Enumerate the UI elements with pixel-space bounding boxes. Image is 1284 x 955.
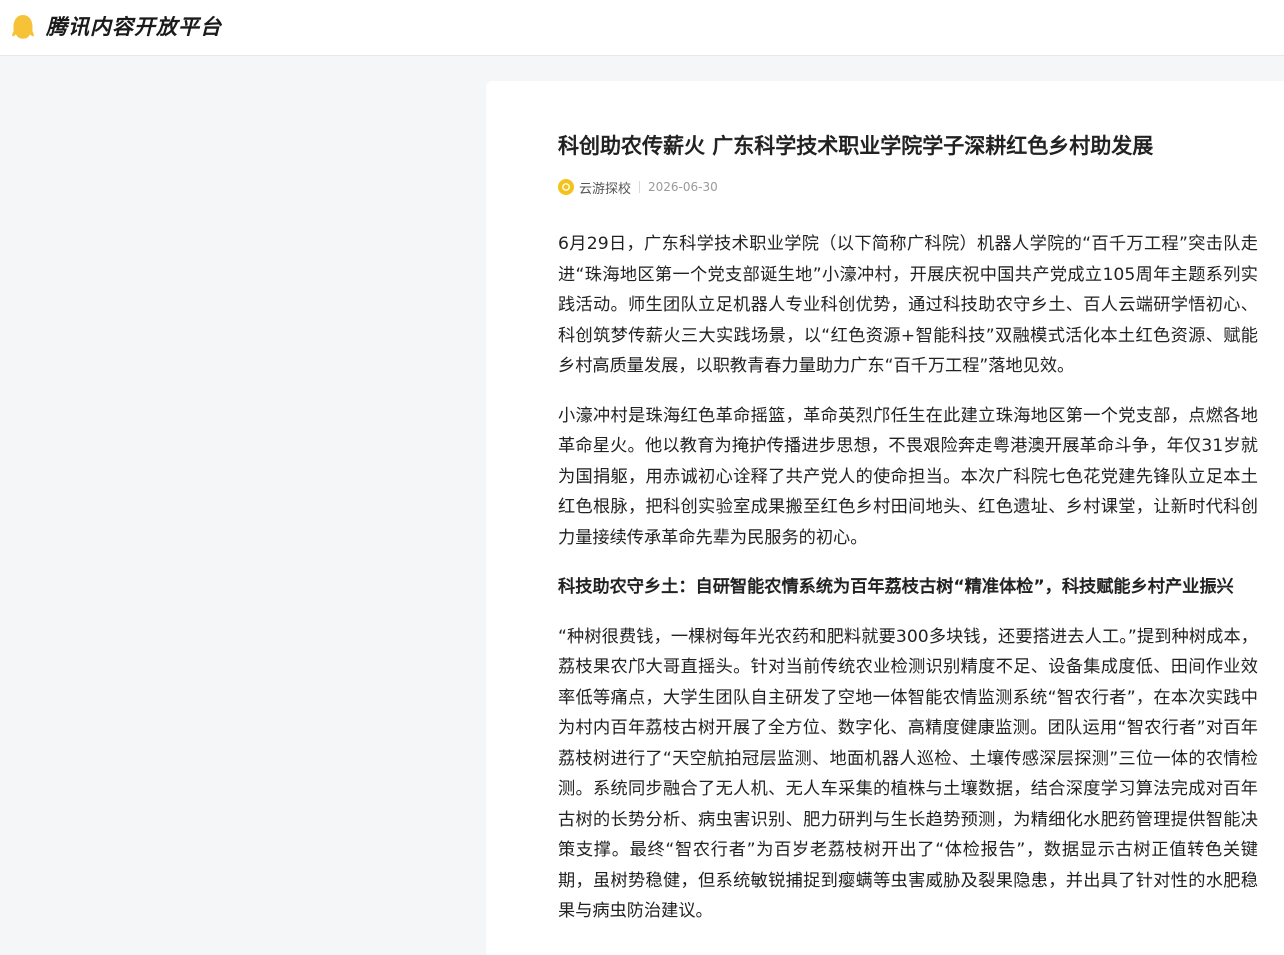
platform-name: 腾讯内容开放平台 — [46, 15, 222, 39]
article-meta: 云游探校 2026-06-30 — [558, 178, 718, 197]
publish-date: 2026-06-30 — [648, 180, 718, 194]
article-paragraph: 6月29日，广东科学技术职业学院（以下简称广科院）机器人学院的“百千万工程”突击… — [558, 234, 1258, 376]
meta-divider — [639, 181, 641, 193]
article-paragraph: 小濠冲村是珠海红色革命摇篮，革命英烈邝任生在此建立珠海地区第一个党支部，点燃各地… — [558, 405, 1258, 548]
article-container: 科创助农传薪火 广东科学技术职业学院学子深耕红色乡村助发展 云游探校 2026-… — [486, 81, 1284, 955]
section-subheading: 科技助农守乡土：自研智能农情系统为百年荔枝古树“精准体检”，科技赋能乡村产业振兴 — [558, 577, 1234, 597]
article-paragraph: “种树很费钱，一棵树每年光农药和肥料就要300多块钱，还要搭进去人工。”提到种树… — [558, 626, 1258, 922]
author-avatar-icon — [562, 183, 570, 191]
platform-logo[interactable]: 腾讯内容开放平台 — [10, 14, 222, 40]
penguin-icon — [10, 14, 36, 40]
top-navigation-bar: 腾讯内容开放平台 — [0, 0, 1284, 56]
author-name[interactable]: 云游探校 — [579, 178, 631, 197]
article-title: 科创助农传薪火 广东科学技术职业学院学子深耕红色乡村助发展 — [558, 134, 1154, 158]
article-body: 6月29日，广东科学技术职业学院（以下简称广科院）机器人学院的“百千万工程”突击… — [558, 229, 1258, 946]
author-avatar[interactable] — [558, 179, 574, 195]
